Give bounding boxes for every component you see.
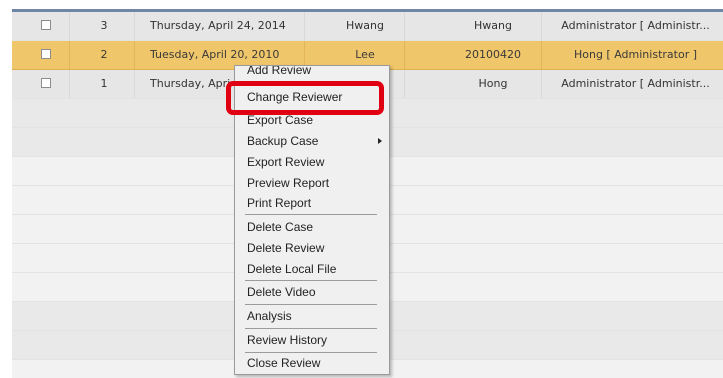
column-divider xyxy=(541,12,542,40)
menu-separator xyxy=(245,304,377,305)
row-checkbox[interactable] xyxy=(41,78,51,88)
row-number: 3 xyxy=(100,19,108,32)
menu-item-add-review[interactable]: Add Review xyxy=(247,66,311,80)
menu-item-close-review[interactable]: Close Review xyxy=(247,353,320,373)
column-divider xyxy=(134,12,135,40)
menu-item-delete-local-file[interactable]: Delete Local File xyxy=(247,259,336,279)
menu-item-export-case[interactable]: Export Case xyxy=(247,110,313,130)
row-reviewer: Hong [ Administrator ] xyxy=(573,48,697,61)
row-reviewer: Administrator [ Administr... xyxy=(561,77,710,90)
menu-item-export-review[interactable]: Export Review xyxy=(247,152,324,172)
menu-separator xyxy=(245,280,377,281)
case-list-window: 3 Thursday, April 24, 2014 Hwang Hwang A… xyxy=(0,0,723,378)
menu-item-delete-case[interactable]: Delete Case xyxy=(247,217,313,237)
column-divider xyxy=(134,41,135,69)
row-checkbox[interactable] xyxy=(41,20,51,30)
row-id: 20100420 xyxy=(465,48,521,61)
menu-item-delete-review[interactable]: Delete Review xyxy=(247,238,324,258)
column-divider xyxy=(404,70,405,98)
column-divider xyxy=(541,70,542,98)
menu-item-print-report[interactable]: Print Report xyxy=(247,193,311,213)
menu-item-preview-report[interactable]: Preview Report xyxy=(247,173,329,193)
menu-item-review-history[interactable]: Review History xyxy=(247,330,327,350)
submenu-arrow-icon xyxy=(378,138,382,144)
row-number: 2 xyxy=(100,48,108,61)
row-patient-name: Hwang xyxy=(346,19,384,32)
row-id: Hong xyxy=(478,77,508,90)
row-checkbox[interactable] xyxy=(41,49,51,59)
row-number: 1 xyxy=(100,77,108,90)
column-divider xyxy=(304,12,305,40)
column-divider xyxy=(541,41,542,69)
column-divider xyxy=(404,12,405,40)
row-id: Hwang xyxy=(474,19,512,32)
column-divider xyxy=(134,70,135,98)
row-date: Thursday, April 24, 2014 xyxy=(150,19,286,32)
row-reviewer: Administrator [ Administr... xyxy=(561,19,710,32)
column-divider xyxy=(69,70,70,98)
menu-item-change-reviewer[interactable]: Change Reviewer xyxy=(247,87,342,107)
table-row[interactable]: 3 Thursday, April 24, 2014 Hwang Hwang A… xyxy=(12,12,723,41)
menu-item-backup-case[interactable]: Backup Case xyxy=(247,131,318,151)
menu-separator xyxy=(245,214,377,215)
context-menu: Add Review Change Reviewer Export Case B… xyxy=(234,65,390,375)
column-divider xyxy=(69,12,70,40)
menu-item-analysis[interactable]: Analysis xyxy=(247,306,292,326)
table-header-edge xyxy=(0,0,723,12)
column-divider xyxy=(69,41,70,69)
menu-item-delete-video[interactable]: Delete Video xyxy=(247,282,316,302)
menu-separator xyxy=(245,328,377,329)
column-divider xyxy=(404,41,405,69)
